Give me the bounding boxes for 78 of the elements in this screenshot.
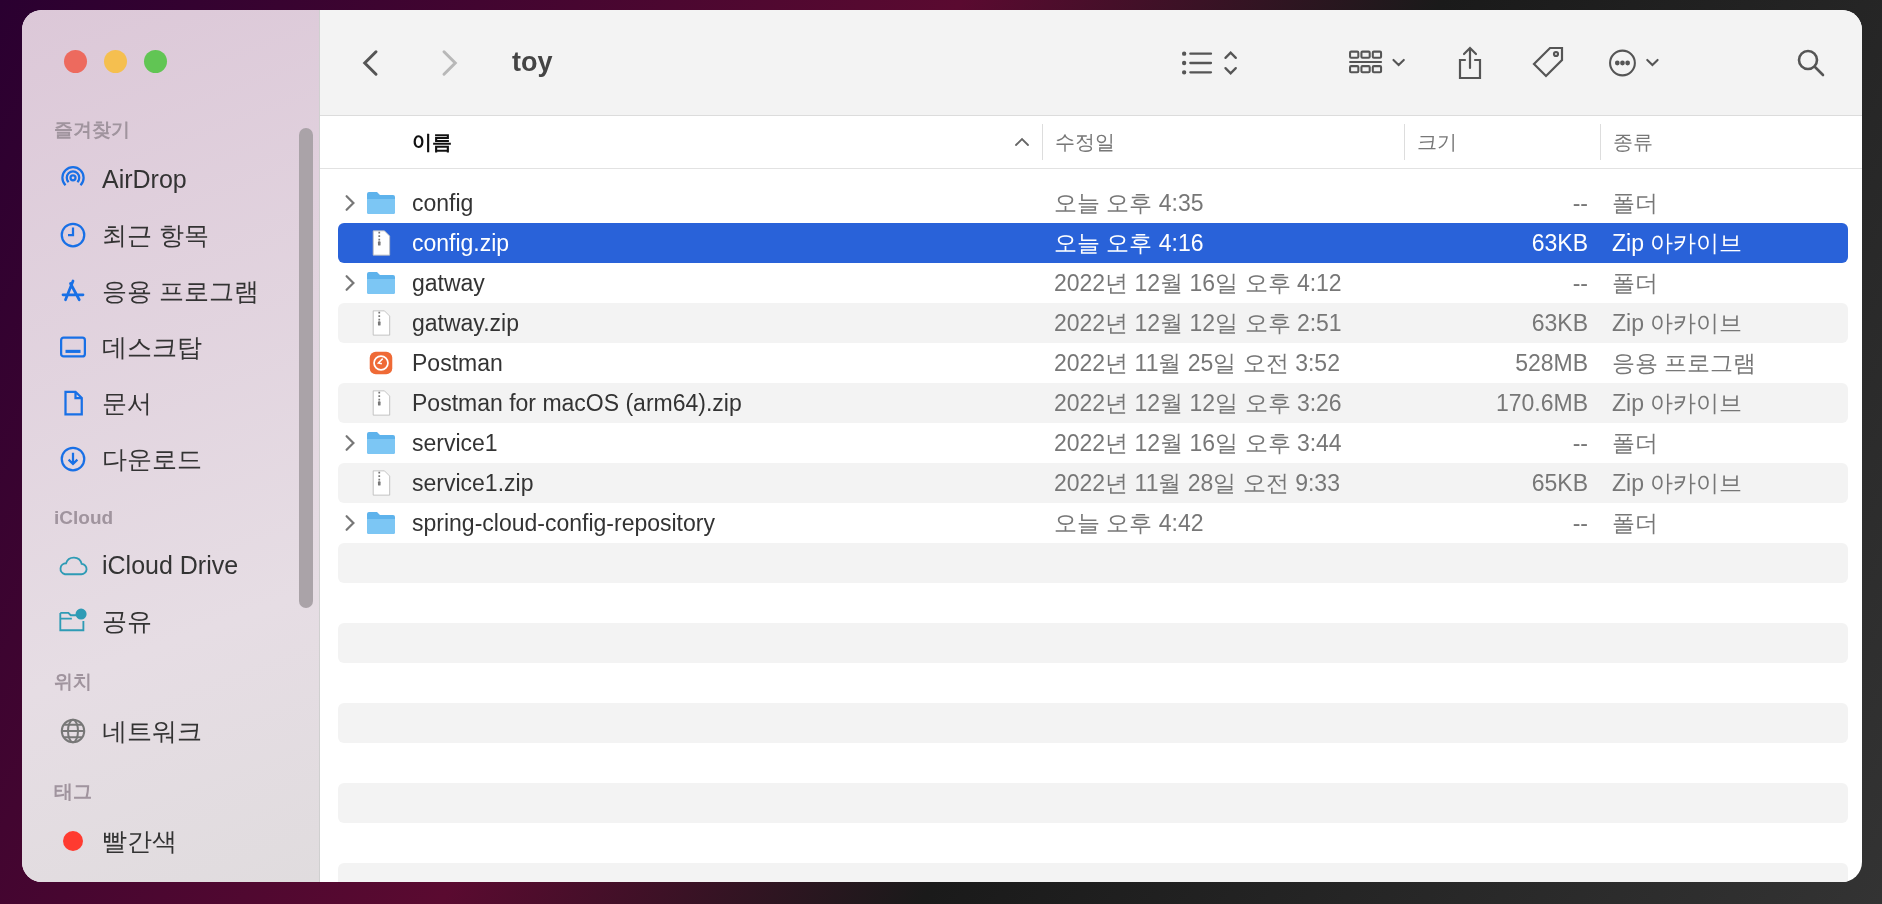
sidebar-section-title: 위치: [53, 670, 92, 694]
disclosure-icon[interactable]: [344, 434, 356, 452]
sidebar-section-title: 즐겨찾기: [53, 118, 130, 142]
file-row[interactable]: gatway.zip 2022년 12월 12일 오후 2:51 63KB Zip 아카이브: [338, 303, 1848, 343]
file-row[interactable]: Postman 2022년 11월 25일 오전 3:52 528MB 응용 프로그램: [338, 343, 1848, 383]
file-name: config.zip: [412, 229, 510, 257]
size-cell-text: 528MB: [1514, 349, 1589, 377]
kind-cell-text: Zip 아카이브: [1611, 388, 1744, 418]
column-header[interactable]: 크기: [1404, 124, 1600, 160]
folder-icon: [366, 270, 396, 296]
date-cell-text: 2022년 11월 28일 오전 9:33: [1053, 468, 1341, 498]
file-row[interactable]: Postman for macOS (arm64).zip 2022년 12월 12일 오후 3:26 170.6MB Zip 아카이브: [338, 383, 1848, 423]
sort-ascending-icon: [1014, 137, 1030, 147]
file-name: config: [412, 189, 474, 217]
file-row[interactable]: config.zip 오늘 오후 4:16 63KB Zip 아카이브: [338, 223, 1848, 263]
file-row[interactable]: gatway 2022년 12월 16일 오후 4:12 -- 폴더: [338, 263, 1848, 303]
file-name: service1.zip: [412, 469, 534, 497]
sidebar-item[interactable]: 최근 항목: [22, 207, 278, 263]
download-icon: [58, 444, 88, 474]
date-cell-text: 2022년 12월 12일 오후 2:51: [1053, 308, 1343, 338]
disclosure-icon[interactable]: [344, 514, 356, 532]
folder-icon: [366, 190, 396, 216]
file-row[interactable]: service1 2022년 12월 16일 오후 3:44 -- 폴더: [338, 423, 1848, 463]
kind-cell-text: Zip 아카이브: [1611, 308, 1744, 338]
search-icon[interactable]: [1796, 47, 1826, 78]
disclosure-icon[interactable]: [344, 194, 356, 212]
size-cell-text: 65KB: [1530, 469, 1589, 497]
sidebar-item[interactable]: AirDrop: [22, 151, 278, 207]
size-cell-text: 170.6MB: [1494, 389, 1589, 417]
sidebar-item[interactable]: 문서: [22, 375, 278, 431]
folder-icon: [366, 430, 396, 456]
sidebar-section-title: 태그: [53, 780, 92, 804]
sidebar-item[interactable]: 네트워크: [22, 703, 278, 759]
column-header[interactable]: 이름: [338, 124, 1042, 160]
file-row[interactable]: config 오늘 오후 4:35 -- 폴더: [338, 183, 1848, 223]
kind-cell-text: 폴더: [1611, 508, 1659, 538]
date-cell-text: 2022년 12월 16일 오후 3:44: [1053, 428, 1343, 458]
file-name: Postman: [412, 349, 503, 377]
size-cell-text: --: [1571, 429, 1589, 457]
size-cell-text: --: [1571, 269, 1589, 297]
kind-cell-text: Zip 아카이브: [1611, 468, 1744, 498]
sidebar-item[interactable]: 응용 프로그램: [22, 263, 278, 319]
globe-icon: [58, 716, 88, 746]
date-cell-text: 오늘 오후 4:42: [1053, 508, 1205, 538]
folder-icon: [366, 510, 396, 536]
sidebar-item[interactable]: 다운로드: [22, 431, 278, 487]
file-name: service1: [412, 429, 498, 457]
size-cell-text: --: [1571, 509, 1589, 537]
date-cell-text: 오늘 오후 4:16: [1053, 228, 1205, 258]
file-name: spring-cloud-config-repository: [412, 509, 715, 537]
sidebar-item[interactable]: 공유: [22, 593, 278, 649]
clock-icon: [58, 220, 88, 250]
date-cell-text: 2022년 12월 16일 오후 4:12: [1053, 268, 1343, 298]
file-row[interactable]: spring-cloud-config-repository 오늘 오후 4:42 -- 폴더: [338, 503, 1848, 543]
file-name: gatway: [412, 269, 485, 297]
date-cell-text: 2022년 11월 25일 오전 3:52: [1053, 348, 1341, 378]
sidebar-item[interactable]: iCloud Drive: [22, 537, 278, 593]
file-row[interactable]: service1.zip 2022년 11월 28일 오전 9:33 65KB Zip 아카이브: [338, 463, 1848, 503]
scrollbar[interactable]: [299, 128, 313, 608]
column-header[interactable]: 종류: [1600, 124, 1848, 160]
sidebar-item[interactable]: 데스크탑: [22, 319, 278, 375]
date-cell-text: 오늘 오후 4:35: [1053, 188, 1205, 218]
sidebar-section-title: iCloud: [53, 507, 114, 529]
size-cell-text: 63KB: [1530, 309, 1589, 337]
size-cell-text: --: [1571, 189, 1589, 217]
column-header[interactable]: 수정일: [1042, 124, 1404, 160]
window-title: toy: [512, 47, 553, 78]
file-name: Postman for macOS (arm64).zip: [412, 389, 742, 417]
kind-cell-text: Zip 아카이브: [1611, 228, 1744, 258]
kind-cell-text: 응용 프로그램: [1611, 348, 1758, 378]
sidebar-item[interactable]: 빨간색: [22, 813, 278, 869]
kind-cell-text: 폴더: [1611, 188, 1659, 218]
date-cell-text: 2022년 12월 12일 오후 3:26: [1053, 388, 1343, 418]
kind-cell-text: 폴더: [1611, 268, 1659, 298]
kind-cell-text: 폴더: [1611, 428, 1659, 458]
file-name: gatway.zip: [412, 309, 519, 337]
disclosure-icon[interactable]: [344, 274, 356, 292]
size-cell-text: 63KB: [1530, 229, 1589, 257]
